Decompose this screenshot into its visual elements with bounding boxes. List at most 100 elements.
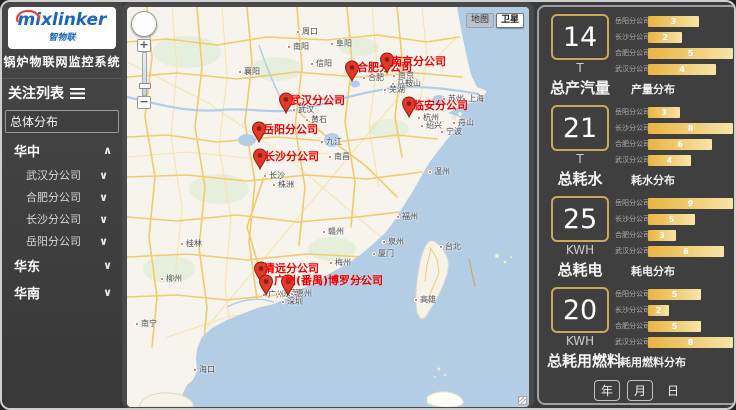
bar-chart: 岳阳分公司 3 长沙分公司 2 合肥分公司 5 武汉分公司 4 — [615, 13, 733, 77]
map-marker-label[interactable]: 武汉分公司 — [290, 92, 345, 108]
sidebar-branch-item[interactable]: 岳阳分公司 ∨ — [2, 230, 122, 252]
chevron-icon[interactable]: ∨ — [103, 259, 112, 272]
time-button[interactable]: 日 — [660, 381, 686, 400]
stat-block: 21 T 总耗水 岳阳分公司 3 长沙分公司 8 合肥分公司 6 武汉分公司 4… — [547, 104, 733, 195]
stat-chart: 岳阳分公司 9 长沙分公司 5 合肥分公司 3 武汉分公司 8 耗电分布 — [613, 195, 733, 286]
bar: 3 — [648, 16, 699, 27]
bar-row: 岳阳分公司 3 — [615, 13, 733, 29]
bar-value: 5 — [672, 290, 678, 299]
chevron-down-icon[interactable]: ∨ — [99, 213, 108, 226]
stat-unit: KWH — [547, 334, 613, 348]
sidebar-branch-item[interactable]: 合肥分公司 ∨ — [2, 186, 122, 208]
bar-value: 3 — [661, 108, 667, 117]
sidebar-region-item[interactable]: 华东 ∨ — [2, 252, 122, 279]
bar-label: 合肥分公司 — [615, 48, 648, 58]
bar-row: 长沙分公司 5 — [615, 211, 733, 227]
map-marker-label[interactable]: 临安分公司 — [413, 97, 468, 113]
bar-value: 8 — [688, 124, 694, 133]
bar-label: 岳阳分公司 — [615, 289, 648, 299]
chevron-down-icon[interactable]: ∨ — [99, 191, 108, 204]
chart-title: 耗用燃料分布 — [615, 354, 733, 370]
stat-label: 总耗用燃料 — [547, 350, 613, 371]
map-type-switch: 地图 卫星 — [466, 13, 524, 28]
sidebar-region-item[interactable]: 华中 ∧ — [2, 137, 122, 164]
zoom-out-button[interactable]: − — [137, 96, 151, 109]
bar-value: 2 — [656, 306, 662, 315]
bar-row: 长沙分公司 2 — [615, 302, 733, 318]
sidebar-branch-item[interactable]: 武汉分公司 ∨ — [2, 164, 122, 186]
stat-label: 总耗电 — [547, 259, 613, 280]
stat-value: 25 — [551, 196, 609, 242]
bar: 4 — [648, 155, 691, 166]
stat-block: 20 KWH 总耗用燃料 岳阳分公司 5 长沙分公司 2 合肥分公司 5 武汉分… — [547, 286, 733, 377]
sidebar-item-overall-distribution[interactable]: 总体分布 — [5, 110, 119, 133]
region-label: 华中 — [14, 141, 40, 160]
bar-label: 合肥分公司 — [615, 321, 648, 331]
pan-left-icon[interactable] — [135, 21, 141, 27]
bar-label: 武汉分公司 — [615, 337, 648, 347]
chevron-icon[interactable]: ∨ — [103, 286, 112, 299]
map-marker[interactable] — [258, 274, 274, 296]
stat-value: 21 — [551, 105, 609, 151]
zoom-in-button[interactable]: + — [137, 39, 151, 52]
zoom-slider-handle[interactable] — [139, 83, 151, 89]
bar-row: 武汉分公司 8 — [615, 334, 733, 350]
region-label: 华南 — [14, 283, 40, 302]
bar-row: 武汉分公司 4 — [615, 61, 733, 77]
stat-summary: 14 T 总产汽量 — [547, 13, 613, 104]
bar-row: 合肥分公司 3 — [615, 227, 733, 243]
time-button[interactable]: 月 — [627, 380, 653, 401]
branch-label: 武汉分公司 — [26, 167, 81, 183]
stat-block: 25 KWH 总耗电 岳阳分公司 9 长沙分公司 5 合肥分公司 3 武汉分公司… — [547, 195, 733, 286]
sidebar-region-item[interactable]: 华南 ∨ — [2, 279, 122, 306]
pan-right-icon[interactable] — [147, 21, 153, 27]
satellite-view-button[interactable]: 卫星 — [496, 13, 524, 28]
bar-row: 岳阳分公司 9 — [615, 195, 733, 211]
map-pan-control[interactable] — [131, 11, 157, 37]
map-marker-label[interactable]: 广州(番禺)博罗分公司 — [274, 272, 383, 288]
map-canvas[interactable]: 周口 南阳 信阳 阜阳 襄阳 武汉 黄石 九江 南昌 长沙 株洲 合肥 南京 马… — [127, 7, 529, 407]
bar: 2 — [648, 305, 669, 316]
bar: 3 — [648, 230, 676, 241]
stat-block: 14 T 总产汽量 岳阳分公司 3 长沙分公司 2 合肥分公司 5 武汉分公司 … — [547, 13, 733, 104]
bar-row: 长沙分公司 8 — [615, 120, 733, 136]
map-marker-label[interactable]: 岳阳分公司 — [263, 121, 318, 137]
bar-row: 合肥分公司 6 — [615, 136, 733, 152]
map-marker-label[interactable]: 长沙分公司 — [264, 148, 319, 164]
map-zoom-control: + − — [136, 39, 152, 109]
bar-label: 合肥分公司 — [615, 139, 648, 149]
branch-label: 合肥分公司 — [26, 189, 81, 205]
bar-label: 长沙分公司 — [615, 123, 648, 133]
bar-row: 长沙分公司 2 — [615, 29, 733, 45]
bar-chart: 岳阳分公司 5 长沙分公司 2 合肥分公司 5 武汉分公司 8 — [615, 286, 733, 350]
bar-value: 3 — [671, 17, 677, 26]
sidebar-branch-item[interactable]: 长沙分公司 ∨ — [2, 208, 122, 230]
map-marker-label[interactable]: 南京分公司 — [391, 53, 446, 69]
stats-sidebar: 14 T 总产汽量 岳阳分公司 3 长沙分公司 2 合肥分公司 5 武汉分公司 … — [534, 2, 736, 408]
chevron-down-icon[interactable]: ∨ — [99, 235, 108, 248]
app-title: 锅炉物联网监控系统 — [2, 53, 122, 70]
region-label: 华东 — [14, 256, 40, 275]
stat-chart: 岳阳分公司 3 长沙分公司 2 合肥分公司 5 武汉分公司 4 产量分布 — [613, 13, 733, 104]
chart-title: 产量分布 — [615, 81, 733, 97]
bar: 5 — [648, 214, 695, 225]
time-button[interactable]: 年 — [594, 380, 620, 401]
chevron-icon[interactable]: ∧ — [103, 144, 112, 157]
watch-list-label: 关注列表 — [8, 83, 64, 103]
bar: 5 — [648, 289, 701, 300]
logo-subtext: 智物联 — [8, 30, 116, 43]
resize-grip[interactable] — [518, 396, 527, 405]
chevron-down-icon[interactable]: ∨ — [99, 169, 108, 182]
map-view-button[interactable]: 地图 — [466, 13, 494, 28]
list-icon[interactable] — [70, 88, 85, 99]
bar-row: 岳阳分公司 5 — [615, 286, 733, 302]
bar-label: 长沙分公司 — [615, 32, 648, 42]
watch-list-header: 关注列表 — [2, 78, 122, 107]
pan-down-icon[interactable] — [141, 27, 147, 33]
bar: 8 — [648, 123, 733, 134]
map-pin-icon — [258, 274, 274, 296]
sidebar: mixlinker 智物联 锅炉物联网监控系统 关注列表 总体分布 华中 ∧ 武… — [2, 2, 122, 408]
bar-row: 合肥分公司 5 — [615, 45, 733, 61]
zoom-slider-track[interactable] — [142, 52, 147, 96]
bar-label: 岳阳分公司 — [615, 198, 648, 208]
